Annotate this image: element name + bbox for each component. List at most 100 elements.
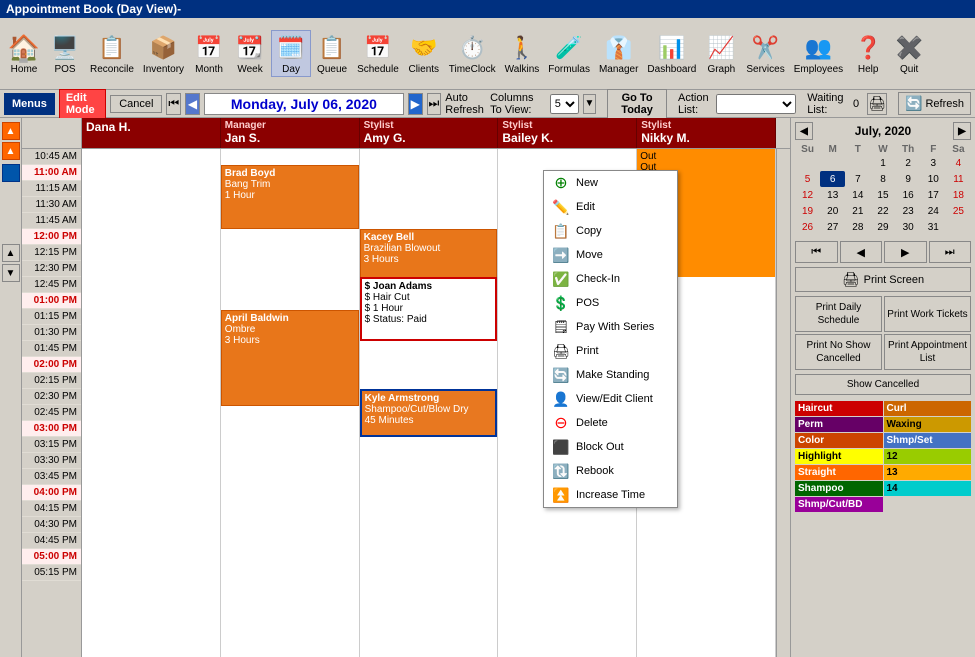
cal-day[interactable]: 20 bbox=[820, 203, 845, 219]
go-to-today-button[interactable]: Go To Today bbox=[607, 89, 667, 119]
print-appointment-list-btn[interactable]: Print Appointment List bbox=[884, 334, 971, 370]
staff-schedule-amy[interactable]: Kacey Bell Brazilian Blowout 3 Hours $ J… bbox=[360, 149, 499, 657]
ctx-make-standing[interactable]: 🔄 Make Standing bbox=[544, 363, 677, 387]
cal-day[interactable]: 24 bbox=[921, 203, 946, 219]
cancel-button[interactable]: Cancel bbox=[110, 95, 162, 113]
cal-day[interactable]: 30 bbox=[896, 219, 921, 235]
print-daily-schedule-btn[interactable]: Print Daily Schedule bbox=[795, 296, 882, 332]
cal-day[interactable]: 10 bbox=[921, 171, 946, 187]
cal-day[interactable]: 13 bbox=[820, 187, 845, 203]
formulas-btn[interactable]: 🧪 Formulas bbox=[544, 30, 594, 77]
sidebar-toggle-up[interactable]: ▲ bbox=[2, 122, 20, 140]
prev-nav-btn[interactable]: ◀ bbox=[185, 93, 200, 115]
last-nav-btn[interactable]: ⏭ bbox=[427, 93, 442, 115]
ctx-move[interactable]: ➡️ Move bbox=[544, 243, 677, 267]
blue-sidebar-btn[interactable] bbox=[2, 164, 20, 182]
show-cancelled-button[interactable]: Show Cancelled bbox=[795, 374, 971, 395]
cal-day[interactable]: 29 bbox=[870, 219, 895, 235]
cal-day[interactable]: 23 bbox=[896, 203, 921, 219]
rp-last-btn[interactable]: ⏭ bbox=[929, 241, 972, 263]
cal-day[interactable] bbox=[946, 219, 971, 235]
cal-day[interactable]: 18 bbox=[946, 187, 971, 203]
cal-day[interactable]: 11 bbox=[946, 171, 971, 187]
print-no-show-cancelled-btn[interactable]: Print No Show Cancelled bbox=[795, 334, 882, 370]
columns-select[interactable]: 5 4 6 bbox=[550, 94, 579, 114]
first-nav-btn[interactable]: ⏮ bbox=[166, 93, 181, 115]
cal-day[interactable]: 21 bbox=[845, 203, 870, 219]
pos-btn[interactable]: 🖥️ POS bbox=[45, 30, 85, 77]
appt-april-baldwin[interactable]: April Baldwin Ombre 3 Hours bbox=[221, 310, 359, 406]
appt-joan-adams[interactable]: $ Joan Adams $ Hair Cut $ 1 Hour $ Statu… bbox=[360, 277, 498, 341]
services-btn[interactable]: ✂️ Services bbox=[742, 30, 788, 77]
cal-day[interactable]: 17 bbox=[921, 187, 946, 203]
ctx-view-edit-client[interactable]: 👤 View/Edit Client bbox=[544, 387, 677, 411]
sidebar-toggle-down[interactable]: ▲ bbox=[2, 142, 20, 160]
cal-day[interactable] bbox=[845, 155, 870, 171]
cal-day[interactable]: 26 bbox=[795, 219, 820, 235]
mini-cal-prev[interactable]: ◀ bbox=[795, 122, 813, 140]
ctx-edit[interactable]: ✏️ Edit bbox=[544, 195, 677, 219]
staff-schedule-jan[interactable]: Brad Boyd Bang Trim 1 Hour April Baldwin… bbox=[221, 149, 360, 657]
week-btn[interactable]: 📆 Week bbox=[230, 30, 270, 77]
action-list-select[interactable] bbox=[716, 94, 796, 114]
print-screen-button[interactable]: 🖨 Print Screen bbox=[795, 267, 971, 292]
day-btn[interactable]: 🗓️ Day bbox=[271, 30, 311, 77]
cal-day[interactable]: 25 bbox=[946, 203, 971, 219]
cal-day[interactable]: 16 bbox=[896, 187, 921, 203]
cal-day[interactable]: 31 bbox=[921, 219, 946, 235]
reconcile-btn[interactable]: 📋 Reconcile bbox=[86, 30, 138, 77]
month-btn[interactable]: 📅 Month bbox=[189, 30, 229, 77]
cal-day[interactable]: 8 bbox=[870, 171, 895, 187]
cal-day[interactable]: 7 bbox=[845, 171, 870, 187]
print-waiting-btn[interactable]: 🖨 bbox=[867, 93, 887, 115]
employees-btn[interactable]: 👥 Employees bbox=[790, 30, 847, 77]
schedule-scrollbar[interactable] bbox=[776, 149, 790, 657]
ctx-pos[interactable]: 💲 POS bbox=[544, 291, 677, 315]
ctx-block-out[interactable]: ⬛ Block Out bbox=[544, 435, 677, 459]
walkins-btn[interactable]: 🚶 Walkins bbox=[501, 30, 544, 77]
cal-day[interactable]: 9 bbox=[896, 171, 921, 187]
cal-day[interactable]: 5 bbox=[795, 171, 820, 187]
rp-next-btn[interactable]: ▶ bbox=[884, 241, 927, 263]
ctx-pay-series[interactable]: 🗒 Pay With Series bbox=[544, 315, 677, 339]
appt-kyle-armstrong[interactable]: Kyle Armstrong Shampoo/Cut/Blow Dry 45 M… bbox=[360, 389, 498, 437]
inventory-btn[interactable]: 📦 Inventory bbox=[139, 30, 188, 77]
cal-day[interactable]: 22 bbox=[870, 203, 895, 219]
cal-day[interactable]: 28 bbox=[845, 219, 870, 235]
ctx-delete[interactable]: ⊖ Delete bbox=[544, 411, 677, 435]
cal-day[interactable]: 2 bbox=[896, 155, 921, 171]
ctx-increase-time[interactable]: ⏫ Increase Time bbox=[544, 483, 677, 507]
dashboard-btn[interactable]: 📊 Dashboard bbox=[643, 30, 700, 77]
quit-btn[interactable]: ✖️ Quit bbox=[889, 30, 929, 77]
manager-btn[interactable]: 👔 Manager bbox=[595, 30, 642, 77]
ctx-rebook[interactable]: 🔃 Rebook bbox=[544, 459, 677, 483]
cal-day[interactable]: 14 bbox=[845, 187, 870, 203]
rp-first-btn[interactable]: ⏮ bbox=[795, 241, 838, 263]
refresh-button[interactable]: 🔄 Refresh bbox=[898, 92, 971, 115]
print-work-tickets-btn[interactable]: Print Work Tickets bbox=[884, 296, 971, 332]
staff-schedule-dana[interactable] bbox=[82, 149, 221, 657]
ctx-checkin[interactable]: ✅ Check-In bbox=[544, 267, 677, 291]
timeclock-btn[interactable]: ⏱️ TimeClock bbox=[445, 30, 500, 77]
queue-btn[interactable]: 📋 Queue bbox=[312, 30, 352, 77]
cal-day[interactable] bbox=[820, 155, 845, 171]
ctx-print[interactable]: 🖨 Print bbox=[544, 339, 677, 363]
ctx-new[interactable]: ⊕ New bbox=[544, 171, 677, 195]
ctx-copy[interactable]: 📋 Copy bbox=[544, 219, 677, 243]
cal-day[interactable]: 3 bbox=[921, 155, 946, 171]
cal-day[interactable]: 4 bbox=[946, 155, 971, 171]
help-btn[interactable]: ❓ Help bbox=[848, 30, 888, 77]
rp-prev-btn[interactable]: ◀ bbox=[840, 241, 883, 263]
next-nav-btn[interactable]: ▶ bbox=[408, 93, 423, 115]
schedule-btn[interactable]: 📅 Schedule bbox=[353, 30, 403, 77]
cal-day-selected[interactable]: 6 bbox=[820, 171, 845, 187]
cal-day[interactable]: 19 bbox=[795, 203, 820, 219]
cal-day[interactable]: 1 bbox=[870, 155, 895, 171]
cal-day[interactable]: 15 bbox=[870, 187, 895, 203]
home-btn[interactable]: 🏠 Home bbox=[4, 30, 44, 77]
cal-day[interactable]: 27 bbox=[820, 219, 845, 235]
sidebar-scroll-down[interactable]: ▼ bbox=[2, 264, 20, 282]
graph-btn[interactable]: 📈 Graph bbox=[701, 30, 741, 77]
clients-btn[interactable]: 🤝 Clients bbox=[404, 30, 444, 77]
cal-day[interactable]: 12 bbox=[795, 187, 820, 203]
